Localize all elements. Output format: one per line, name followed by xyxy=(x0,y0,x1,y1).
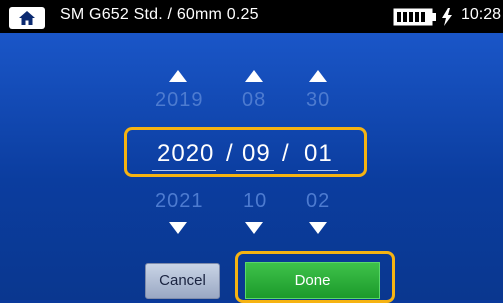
day-prev: 30 xyxy=(306,89,331,111)
home-icon xyxy=(19,11,35,25)
clock: 10:28 xyxy=(461,6,502,23)
year-down-arrow-icon[interactable] xyxy=(169,222,187,234)
cancel-button[interactable]: Cancel xyxy=(145,263,220,299)
date-highlight-frame xyxy=(124,127,367,177)
page-title: SM G652 Std. / 60mm 0.25 xyxy=(60,6,259,23)
month-up-arrow-icon[interactable] xyxy=(245,70,263,82)
year-up-arrow-icon[interactable] xyxy=(169,70,187,82)
month-prev: 08 xyxy=(242,89,267,111)
lightning-icon xyxy=(442,8,452,26)
done-button[interactable]: Done xyxy=(245,262,380,299)
year-next: 2021 xyxy=(155,190,204,212)
status-bar: SM G652 Std. / 60mm 0.25 10:28 xyxy=(0,0,503,33)
month-next: 10 xyxy=(243,190,268,212)
month-down-arrow-icon[interactable] xyxy=(245,222,263,234)
year-prev: 2019 xyxy=(155,89,204,111)
day-up-arrow-icon[interactable] xyxy=(309,70,327,82)
home-button[interactable] xyxy=(9,7,45,29)
battery-icon xyxy=(393,8,436,26)
day-next: 02 xyxy=(306,190,331,212)
day-down-arrow-icon[interactable] xyxy=(309,222,327,234)
